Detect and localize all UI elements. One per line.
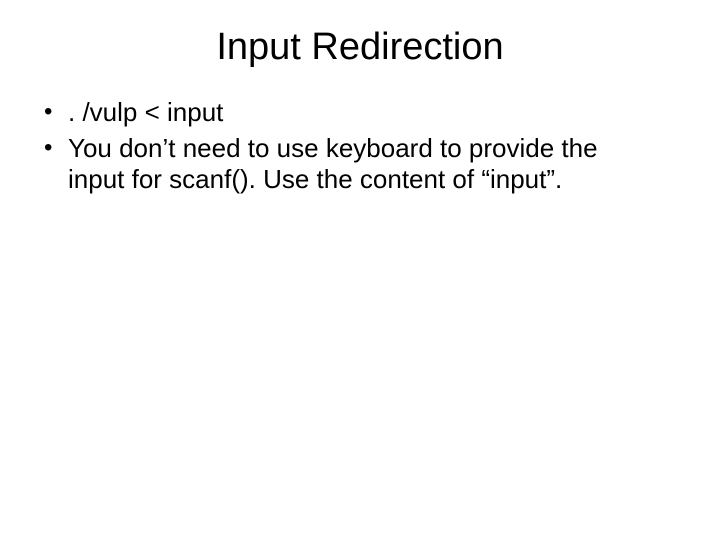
- bullet-list: . /vulp < input You don’t need to use ke…: [40, 97, 660, 196]
- slide: Input Redirection . /vulp < input You do…: [0, 0, 720, 540]
- slide-body: . /vulp < input You don’t need to use ke…: [0, 97, 720, 196]
- bullet-item: You don’t need to use keyboard to provid…: [40, 133, 660, 196]
- bullet-text: You don’t need to use keyboard to provid…: [68, 133, 598, 195]
- slide-title: Input Redirection: [0, 0, 720, 97]
- bullet-text: . /vulp < input: [68, 97, 223, 127]
- bullet-item: . /vulp < input: [40, 97, 660, 129]
